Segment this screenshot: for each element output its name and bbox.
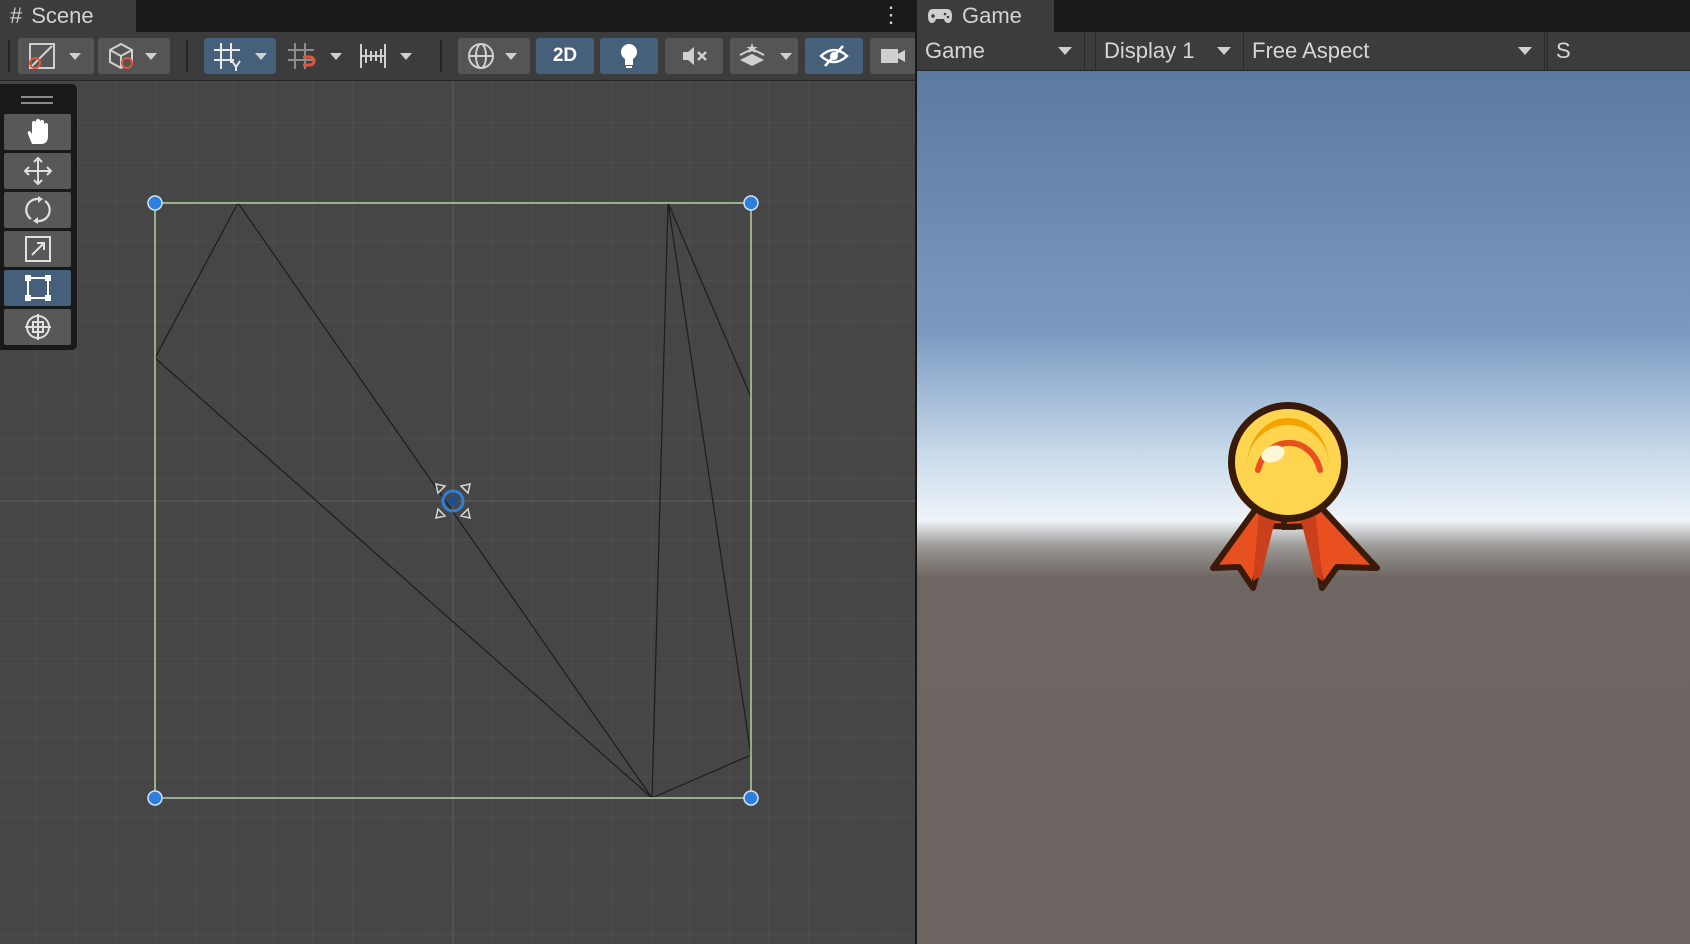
globe-icon xyxy=(468,43,494,69)
game-tab-label: Game xyxy=(962,3,1022,28)
chevron-down-icon[interactable] xyxy=(774,38,798,74)
move-tool-button[interactable] xyxy=(4,153,71,189)
game-render xyxy=(917,71,1690,944)
visibility-button[interactable] xyxy=(805,38,863,74)
tool-palette xyxy=(0,84,77,350)
game-camera-select[interactable]: Game xyxy=(917,32,1085,70)
gamepad-icon xyxy=(928,9,952,23)
chevron-down-icon[interactable] xyxy=(499,38,523,74)
mode-2d-button[interactable]: 2D xyxy=(536,38,594,74)
hand-icon xyxy=(27,119,48,144)
grid-axes xyxy=(0,81,915,944)
audio-button[interactable] xyxy=(665,38,723,74)
corner-handle-bottom-left[interactable] xyxy=(147,790,163,806)
rect-transform-icon xyxy=(24,275,51,301)
scale-tool-button[interactable] xyxy=(4,231,71,267)
scene-canvas xyxy=(0,81,915,944)
chevron-down-icon xyxy=(1217,47,1231,55)
display-select[interactable]: Display 1 xyxy=(1095,32,1244,70)
corner-handle-top-left[interactable] xyxy=(147,195,163,211)
camera-button[interactable] xyxy=(870,38,915,74)
chevron-down-icon[interactable] xyxy=(63,38,87,74)
grid-snap-icon xyxy=(214,43,241,71)
toolbar-separator xyxy=(186,40,188,72)
effects-stack-icon xyxy=(739,43,765,66)
eye-hidden-icon xyxy=(819,45,849,67)
camera-icon xyxy=(880,49,905,63)
scene-tab-label: Scene xyxy=(31,3,94,28)
chevron-down-icon[interactable] xyxy=(394,38,418,74)
scene-viewport[interactable] xyxy=(0,81,915,944)
ruler-icon xyxy=(360,44,386,68)
chevron-down-icon[interactable] xyxy=(139,38,163,74)
hand-tool-button[interactable] xyxy=(4,114,71,150)
rotate-tool-button[interactable] xyxy=(4,192,71,228)
corner-handle-top-right[interactable] xyxy=(743,195,759,211)
aspect-select-value: Free Aspect xyxy=(1252,38,1370,63)
scale-slider[interactable]: S xyxy=(1547,32,1690,70)
game-camera-select-value: Game xyxy=(925,38,985,63)
vertical-ellipsis-icon[interactable]: ⋮ xyxy=(880,2,902,30)
cube-icon xyxy=(109,42,133,70)
lightbulb-icon xyxy=(621,44,637,68)
toolbar-separator xyxy=(8,40,10,72)
audio-mute-icon xyxy=(683,47,707,65)
shading-mode-icon xyxy=(29,43,55,69)
grid-hash-icon: # xyxy=(10,3,23,28)
grid-lines xyxy=(0,81,915,944)
scene-tabbar: # Scene ⋮ xyxy=(0,0,915,32)
chevron-down-icon[interactable] xyxy=(249,38,273,74)
transform-icon xyxy=(24,314,51,340)
toolbar-separator xyxy=(440,40,442,72)
chevron-down-icon xyxy=(1518,47,1532,55)
transform-tool-button[interactable] xyxy=(4,309,71,345)
scale-label: S xyxy=(1556,38,1571,63)
move-arrows-icon xyxy=(23,156,52,186)
increment-snap-icon xyxy=(288,43,316,69)
aspect-select[interactable]: Free Aspect xyxy=(1244,32,1545,70)
game-viewport[interactable] xyxy=(917,71,1690,944)
rect-tool-button[interactable] xyxy=(4,270,71,306)
corner-handle-bottom-right[interactable] xyxy=(743,790,759,806)
tab-scene[interactable]: # Scene xyxy=(0,0,136,32)
palette-drag-handle[interactable] xyxy=(21,96,53,104)
chevron-down-icon xyxy=(1058,47,1072,55)
game-panel: Game Game Display 1 Free Aspect S xyxy=(917,0,1690,944)
game-toolbar: Game Display 1 Free Aspect S xyxy=(917,32,1690,71)
lighting-button[interactable] xyxy=(600,38,658,74)
rotate-icon xyxy=(24,196,51,224)
scene-toolbar: 2D xyxy=(0,32,915,81)
tab-game[interactable]: Game xyxy=(917,0,1054,32)
display-select-value: Display 1 xyxy=(1104,38,1195,63)
chevron-down-icon[interactable] xyxy=(324,38,348,74)
scene-panel: # Scene ⋮ 2D xyxy=(0,0,915,944)
scale-icon xyxy=(24,236,51,262)
